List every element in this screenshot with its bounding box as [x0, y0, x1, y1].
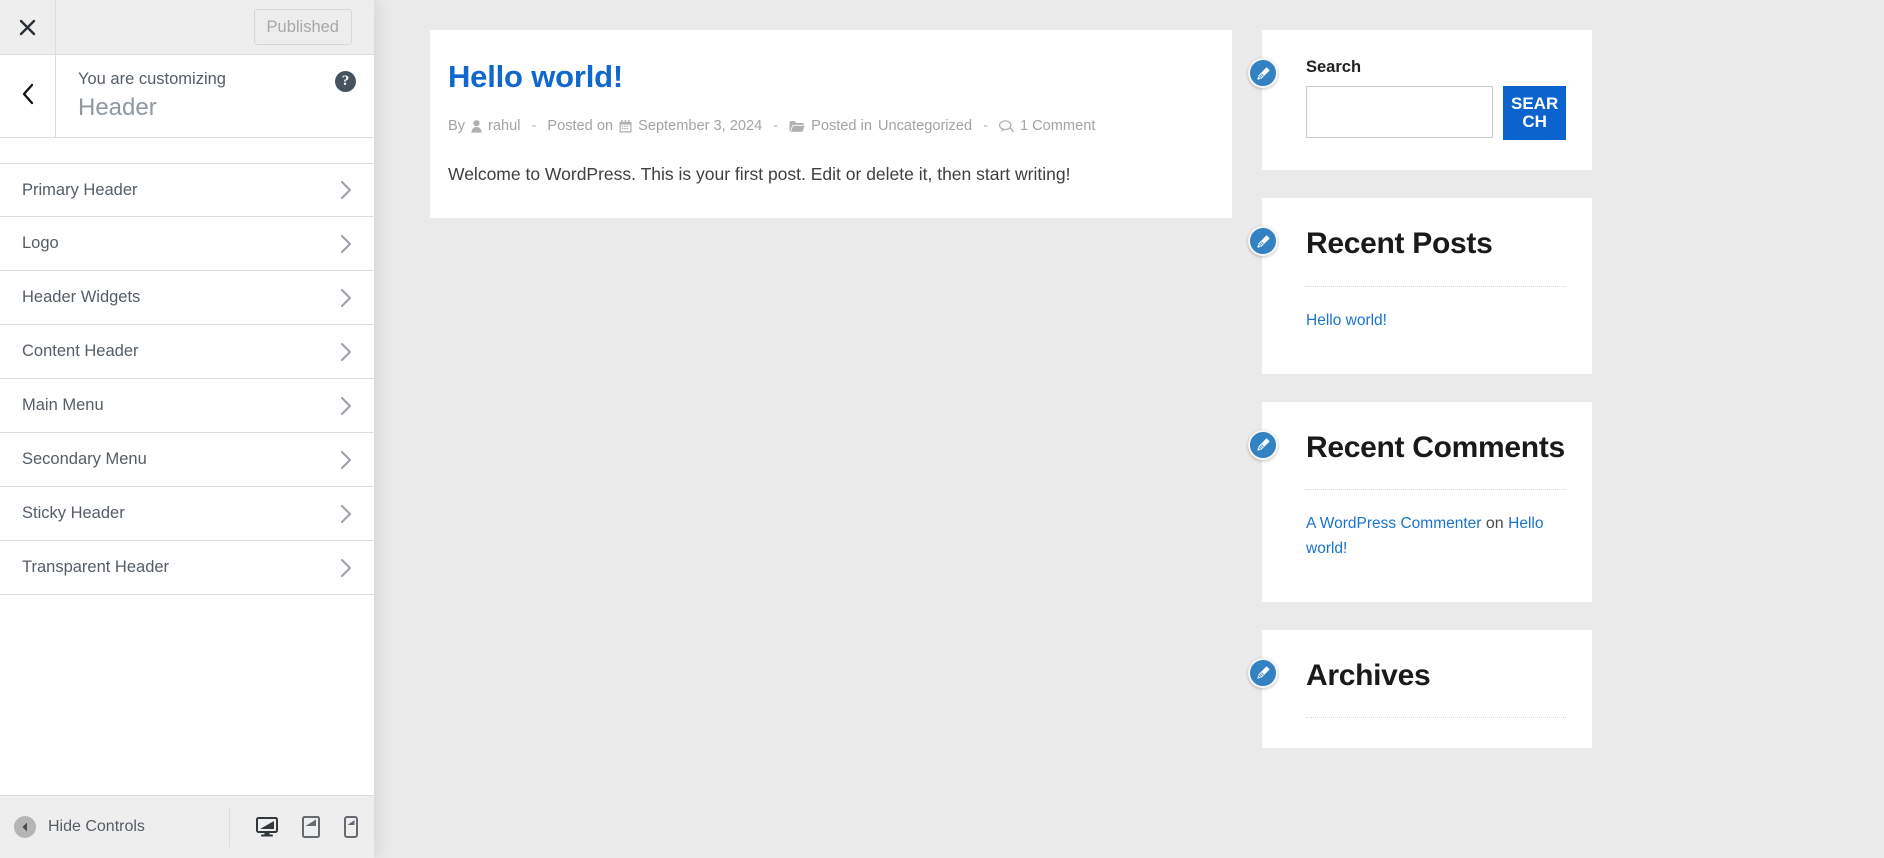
list-item: A WordPress Commenter on Hello world! — [1306, 512, 1566, 562]
post-title[interactable]: Hello world! — [448, 58, 1214, 95]
posted-on-label: Posted on — [547, 119, 613, 134]
post-date[interactable]: September 3, 2024 — [638, 119, 762, 134]
published-button[interactable]: Published — [254, 9, 352, 45]
post-comment-count[interactable]: 1 Comment — [1020, 119, 1095, 134]
sidebar-item-sticky-header[interactable]: Sticky Header — [0, 487, 374, 541]
customizer-section-list: Primary Header Logo Header Widgets Conte… — [0, 138, 374, 795]
post-category[interactable]: Uncategorized — [878, 119, 972, 134]
chevron-right-icon — [340, 288, 352, 308]
list-item: Hello world! — [1306, 309, 1566, 334]
sidebar-item-label: Main Menu — [22, 396, 340, 415]
device-preview-group — [229, 807, 358, 847]
search-input[interactable] — [1306, 86, 1493, 138]
post-comments-meta: 1 Comment — [999, 119, 1095, 134]
recent-posts-list: Hello world! — [1306, 309, 1566, 334]
content-column: Hello world! By rahul - Posted on — [430, 30, 1232, 858]
recent-post-link[interactable]: Hello world! — [1306, 312, 1387, 329]
by-label: By — [448, 119, 465, 134]
post-author[interactable]: rahul — [488, 119, 520, 134]
widget-title: Search — [1306, 58, 1566, 77]
chevron-right-icon — [340, 180, 352, 200]
chevron-right-icon — [340, 396, 352, 416]
widget-title: Recent Posts — [1306, 226, 1566, 261]
sidebar-item-label: Sticky Header — [22, 504, 340, 523]
sidebar-item-label: Primary Header — [22, 181, 340, 200]
sidebar-item-transparent-header[interactable]: Transparent Header — [0, 541, 374, 595]
edit-widget-pencil-icon[interactable] — [1248, 430, 1278, 460]
comment-on-label: on — [1486, 515, 1504, 532]
widget-search: Search SEARCH — [1262, 30, 1592, 170]
hide-controls-button[interactable]: Hide Controls — [14, 816, 229, 838]
customizer-sidebar: Published You are customizing Header ? P… — [0, 0, 374, 858]
widget-divider — [1306, 489, 1566, 490]
sidebar-item-label: Transparent Header — [22, 558, 340, 577]
sidebar-item-primary-header[interactable]: Primary Header — [0, 163, 374, 217]
preview-layout: Hello world! By rahul - Posted on — [374, 0, 1884, 858]
panel-header: You are customizing Header ? — [0, 55, 374, 138]
edit-widget-pencil-icon[interactable] — [1248, 58, 1278, 88]
calendar-icon — [619, 120, 632, 133]
posted-in-label: Posted in — [811, 119, 872, 134]
mobile-preview-icon[interactable] — [344, 816, 358, 838]
widget-sidebar: Search SEARCH — [1262, 30, 1592, 858]
tablet-preview-icon[interactable] — [302, 816, 320, 838]
folder-icon — [789, 120, 805, 133]
customizing-label: You are customizing — [78, 68, 358, 90]
meta-separator: - — [520, 119, 547, 134]
sidebar-item-label: Header Widgets — [22, 288, 340, 307]
edit-widget-pencil-icon[interactable] — [1248, 226, 1278, 256]
help-icon[interactable]: ? — [335, 71, 356, 92]
collapse-arrow-icon — [14, 816, 36, 838]
sidebar-item-content-header[interactable]: Content Header — [0, 325, 374, 379]
sidebar-item-header-widgets[interactable]: Header Widgets — [0, 271, 374, 325]
panel-title-wrap: You are customizing Header ? — [56, 55, 374, 137]
close-icon — [18, 18, 37, 37]
chevron-left-icon — [21, 83, 35, 110]
recent-comments-list: A WordPress Commenter on Hello world! — [1306, 512, 1566, 562]
comment-author-link[interactable]: A WordPress Commenter — [1306, 515, 1481, 532]
search-form: SEARCH — [1306, 86, 1566, 140]
sidebar-item-label: Content Header — [22, 342, 340, 361]
widget-archives: Archives — [1262, 630, 1592, 748]
widget-divider — [1306, 286, 1566, 287]
widget-recent-posts: Recent Posts Hello world! — [1262, 198, 1592, 373]
sidebar-item-label: Logo — [22, 234, 340, 253]
sidebar-item-main-menu[interactable]: Main Menu — [0, 379, 374, 433]
close-customizer-button[interactable] — [0, 0, 56, 54]
chevron-right-icon — [340, 558, 352, 578]
post-body: Welcome to WordPress. This is your first… — [448, 160, 1214, 188]
page-title: Header — [78, 92, 358, 123]
sidebar-item-label: Secondary Menu — [22, 450, 340, 469]
chevron-right-icon — [340, 504, 352, 524]
user-icon — [471, 120, 482, 133]
customizer-app: Published You are customizing Header ? P… — [0, 0, 1884, 858]
post-author-meta: By rahul — [448, 119, 520, 134]
post-date-meta: Posted on — [547, 119, 762, 134]
widget-title: Recent Comments — [1306, 430, 1566, 465]
widget-recent-comments: Recent Comments A WordPress Commenter on… — [1262, 402, 1592, 602]
post-meta: By rahul - Posted on — [448, 119, 1214, 134]
post-category-meta: Posted in Uncategorized — [789, 119, 972, 134]
desktop-preview-icon[interactable] — [256, 817, 278, 837]
hide-controls-label: Hide Controls — [48, 818, 145, 836]
back-button[interactable] — [0, 55, 56, 137]
site-preview-frame: Hello world! By rahul - Posted on — [374, 0, 1884, 858]
customizer-topbar: Published — [0, 0, 374, 55]
search-submit-button[interactable]: SEARCH — [1503, 86, 1566, 140]
chevron-right-icon — [340, 234, 352, 254]
comment-icon — [999, 120, 1014, 133]
widget-title: Archives — [1306, 658, 1566, 693]
edit-widget-pencil-icon[interactable] — [1248, 658, 1278, 688]
meta-separator: - — [762, 119, 789, 134]
sidebar-item-secondary-menu[interactable]: Secondary Menu — [0, 433, 374, 487]
sidebar-item-logo[interactable]: Logo — [0, 217, 374, 271]
customizer-footer: Hide Controls — [0, 795, 374, 858]
post-article: Hello world! By rahul - Posted on — [430, 30, 1232, 218]
chevron-right-icon — [340, 342, 352, 362]
chevron-right-icon — [340, 450, 352, 470]
widget-divider — [1306, 717, 1566, 718]
meta-separator: - — [972, 119, 999, 134]
